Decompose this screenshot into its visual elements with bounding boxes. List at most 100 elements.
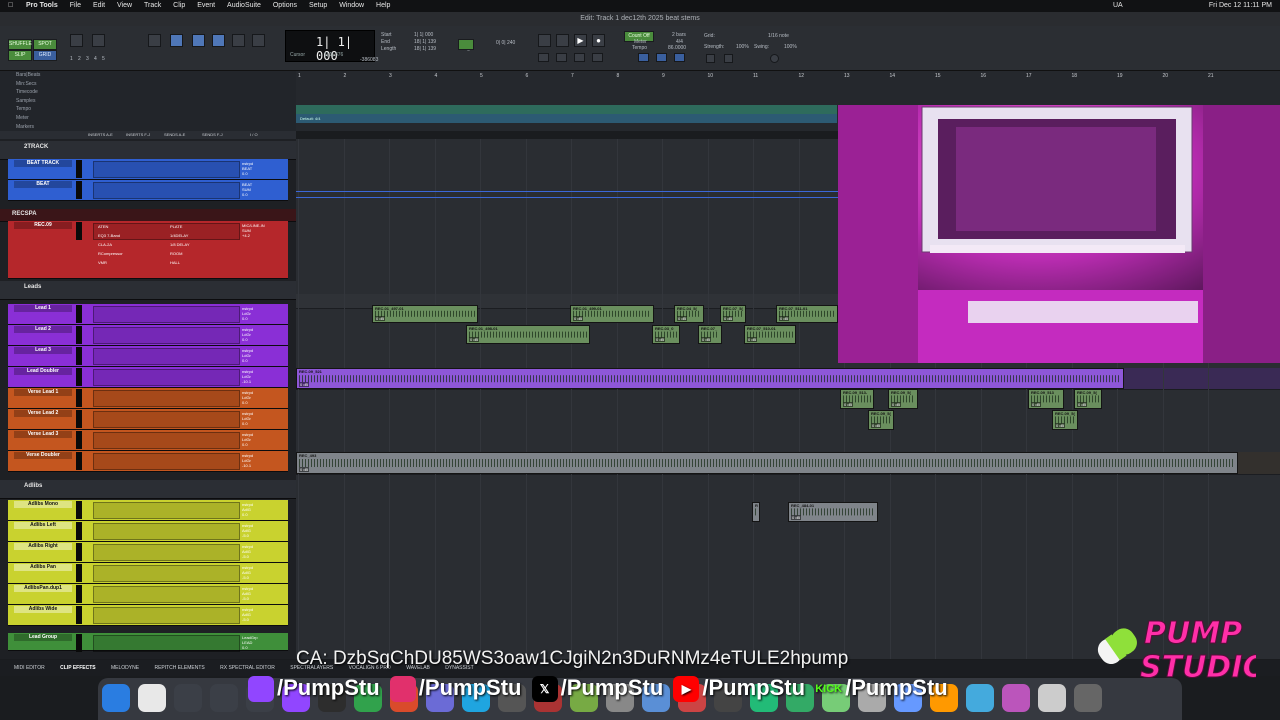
track-volume[interactable]: -5.0 [242,575,280,580]
track-name[interactable]: BEAT TRACK [14,160,72,167]
track-inserts[interactable] [93,161,240,178]
track-io[interactable]: nstrpd LdGr 0.0 [242,306,280,321]
tab-rx-spectral-editor[interactable]: RX SPECTRAL EDITOR [220,665,275,671]
track-volume[interactable]: 0.0 [242,171,280,176]
track-io[interactable]: nstrpd AdlG -5.0 [242,586,280,601]
track-name[interactable]: Verse Lead 2 [14,410,72,417]
clip-gain[interactable]: 0 dB [469,337,480,342]
rec-send[interactable]: PLATE [170,224,182,229]
rec-insert[interactable]: ATEN [98,224,108,229]
grid-value[interactable]: 1/16 note [768,33,789,39]
menu-window[interactable]: Window [339,0,364,12]
track-io[interactable]: nstrpd LdGr -10.1 [242,369,280,384]
tab-clip-effects[interactable]: CLIP EFFECTS [60,665,95,671]
menu-setup[interactable]: Setup [309,0,327,12]
play-icon[interactable]: ▶ [574,34,587,47]
audio-clip[interactable]: REC.09_5(0 dB [1074,389,1102,409]
track-volume[interactable]: 0.0 [242,442,280,447]
track-volume[interactable]: -5.0 [242,617,280,622]
midi-merge-icon[interactable] [638,53,649,62]
track-io[interactable]: nstrpd LdGr 0.0 [242,327,280,342]
audio-clip[interactable]: REC.09_521 0 dB [296,368,1124,389]
track-header[interactable]: Adlibs Mono nstrpd AdlG 0.0 [8,500,288,521]
track-name[interactable]: Verse Doubler [14,452,72,459]
audio-clip[interactable]: REC.09_5(0 dB [868,410,894,430]
selector-tool-icon[interactable] [192,34,205,47]
track-io[interactable]: nstrpd BEAT 0.0 [242,161,280,176]
dock-app-icon[interactable] [138,684,166,712]
rec-insert[interactable]: VMR [98,260,107,265]
audio-clip[interactable]: REC.07_5(0 dB [720,305,746,323]
rec-insert[interactable]: CLA-2A [98,242,112,247]
tab-melodyne[interactable]: MELODYNE [111,665,139,671]
track-volume[interactable]: 0.0 [242,192,280,197]
clip-gain[interactable]: 0 dB [747,337,758,342]
track-volume[interactable]: 0.0 [242,645,280,650]
track-name[interactable]: AdlibsPan.dup1 [14,585,72,592]
track-volume[interactable]: 0.0 [242,512,280,517]
clip-gain[interactable]: 0 dB [791,515,802,520]
track-io[interactable]: LeadGrp LEAD 0.0 [242,635,280,650]
track-name[interactable]: REC.09 [14,222,72,229]
zoom-preset-4[interactable]: 4 [94,56,97,62]
grabber-tool-icon[interactable] [212,34,225,47]
zoom-vertical-icon[interactable] [70,34,83,47]
rec-send[interactable]: ROOM [170,251,182,256]
track-name[interactable]: Verse Lead 3 [14,431,72,438]
audio-clip[interactable]: REC.09_5(0 dB [1052,410,1078,430]
audio-clip[interactable]: REC.09_5(0 dB [888,389,918,409]
stop-icon[interactable] [556,34,569,47]
track-name[interactable]: Lead 3 [14,347,72,354]
track-io[interactable]: nstrpd AdlG -5.0 [242,523,280,538]
audio-clip[interactable]: REC.01_499-01 0 dB [570,305,654,323]
menu-app[interactable]: Pro Tools [26,0,58,12]
clip-gain[interactable]: 0 dB [1055,423,1066,428]
audio-clip[interactable]: REC_484-01 0 dB [788,502,878,522]
tempo-value[interactable]: 86.0000 [668,45,686,51]
shuffle-mode-button[interactable]: SHUFFLE [8,39,32,50]
header-sends-f-j[interactable]: SENDS F-J [202,132,223,137]
track-inserts[interactable] [93,327,240,344]
track-inserts[interactable] [93,432,240,449]
rewind-icon[interactable] [538,34,551,47]
track-io[interactable]: nstrpd AdlG 0.0 [242,502,280,517]
dock-app-icon[interactable] [966,684,994,712]
track-inserts[interactable] [93,635,240,652]
clip-gain[interactable]: 0 dB [573,316,584,321]
rec-send[interactable]: HALL [170,260,180,265]
menu-clip[interactable]: Clip [173,0,185,12]
ruler-markers[interactable]: Markers [0,123,296,132]
track-name[interactable]: Lead Group [14,634,72,641]
audio-clip[interactable]: REC.07_ 0 dB [698,325,722,344]
track-inserts[interactable] [93,390,240,407]
menu-clock[interactable]: Fri Dec 12 11:11 PM [1209,0,1272,12]
record-icon[interactable]: ● [592,34,605,47]
track-io[interactable]: nstrpd AdlG -5.0 [242,544,280,559]
clip-gain[interactable]: 0 dB [655,337,666,342]
track-name[interactable]: Verse Lead 1 [14,389,72,396]
clip-gain[interactable]: 0 dB [1077,402,1088,407]
track-inserts[interactable] [93,182,240,199]
track-inserts[interactable] [93,607,240,624]
dock-app-icon[interactable] [174,684,202,712]
status-ua[interactable]: UA [1113,0,1123,12]
track-inserts[interactable] [93,523,240,540]
track-inserts[interactable] [93,348,240,365]
menu-audiosuite[interactable]: AudioSuite [227,0,261,12]
track-io[interactable]: nstrpd LdGr 0.0 [242,390,280,405]
audio-clip[interactable]: REC.09_513- 0 dB [840,389,874,409]
swing-value[interactable]: 100% [784,44,797,50]
audio-clip[interactable]: REC.04_5(0 dB [674,305,704,323]
track-header[interactable]: BEAT BEAT SUM 0.0 [8,180,288,201]
clip-gain[interactable]: 0 dB [701,337,712,342]
slip-mode-button[interactable]: SLIP [8,50,32,61]
clip-gain[interactable]: 0 dB [723,316,734,321]
track-name[interactable]: Adlibs Mono [14,501,72,508]
ruler-tempo[interactable]: Tempo [0,105,296,114]
nudge-value[interactable]: 0| 0| 240 [496,40,515,46]
dock-app-icon[interactable] [210,684,238,712]
audio-clip[interactable]: R [752,502,760,522]
ruler-meter[interactable]: Meter [0,114,296,123]
track-inserts[interactable] [93,411,240,428]
zoom-preset-3[interactable]: 3 [86,56,89,62]
